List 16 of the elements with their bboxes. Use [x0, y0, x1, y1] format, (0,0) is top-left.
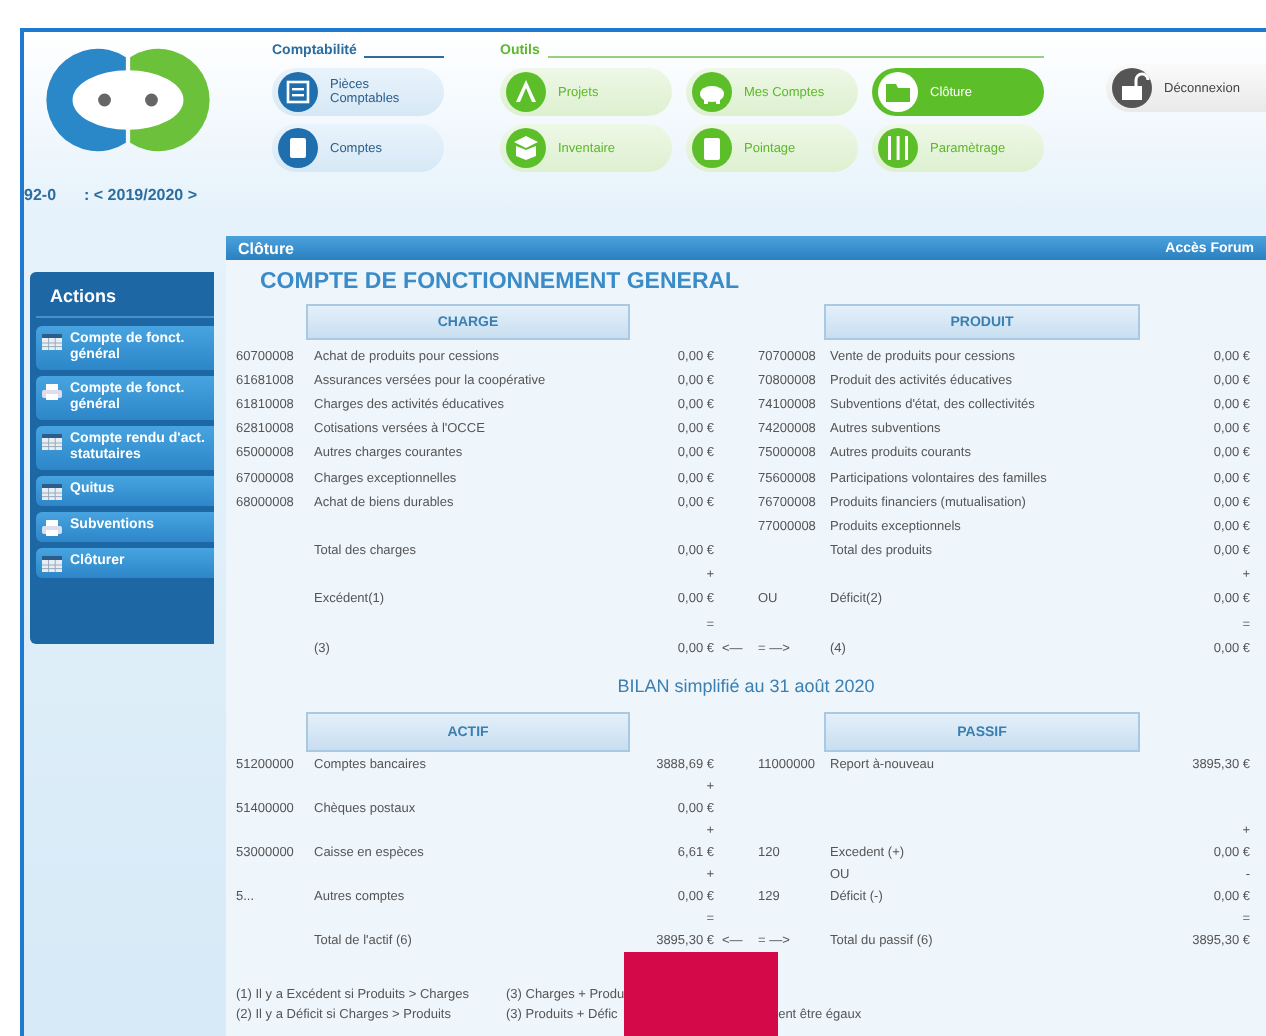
year-selector[interactable]: : < 2019/2020 >: [84, 186, 198, 204]
sliders-icon: [878, 128, 918, 168]
box-icon: [506, 128, 546, 168]
school-code: 92-0: [24, 186, 57, 204]
table-icon: [42, 556, 62, 573]
table-icon: [42, 334, 62, 350]
printer-icon: [42, 520, 62, 537]
section-heading: COMPTE DE FONCTIONNEMENT GENERAL: [260, 270, 742, 294]
table-icon: [42, 484, 62, 501]
table-icon: [42, 434, 62, 451]
panel-title: Actions: [36, 276, 214, 318]
padlock-icon: [1112, 68, 1152, 108]
section-heading: BILAN simplifié au 31 août 2020: [615, 676, 877, 697]
page-title: Clôture: [238, 239, 294, 257]
printer-icon: [42, 384, 62, 401]
folder-icon: [878, 72, 918, 112]
